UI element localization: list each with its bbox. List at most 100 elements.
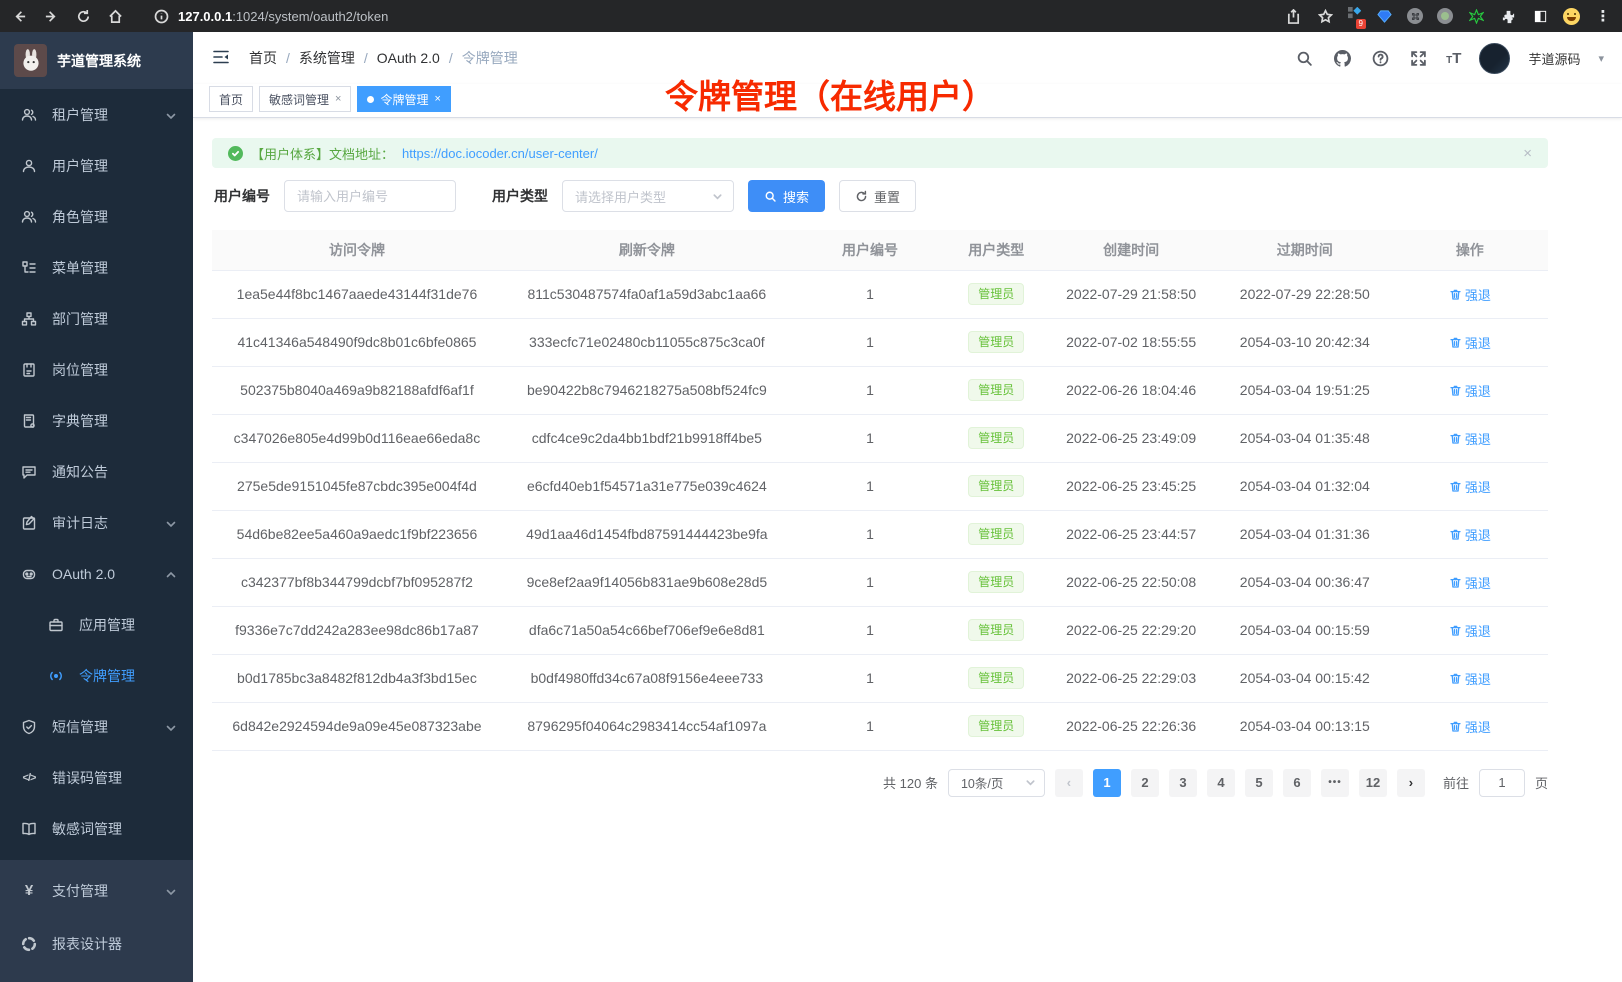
access-token-cell: 41c41346a548490f9dc8b01c6bfe0865 xyxy=(212,318,502,366)
extension-blocks-icon[interactable]: 9 xyxy=(1348,7,1361,25)
user-id-cell: 1 xyxy=(792,702,948,750)
sidebar-item-oauth2[interactable]: OAuth 2.0 xyxy=(0,548,193,599)
force-logout-button[interactable]: 强退 xyxy=(1449,669,1491,688)
sidebar-item-sms[interactable]: 短信管理 xyxy=(0,701,193,752)
table-row: 54d6be82ee5a460a9aedc1f9bf223656 49d1aa4… xyxy=(212,510,1548,558)
puzzle-extensions-icon[interactable] xyxy=(1499,7,1517,25)
green-dot-extension-icon[interactable] xyxy=(1437,8,1453,24)
username[interactable]: 芋道源码 xyxy=(1528,49,1580,68)
search-button[interactable]: 搜索 xyxy=(748,180,825,212)
force-logout-button[interactable]: 强退 xyxy=(1449,717,1491,736)
page-button-2[interactable]: 2 xyxy=(1131,769,1159,797)
roles-icon xyxy=(20,208,38,226)
alert-close-icon[interactable]: × xyxy=(1523,145,1532,162)
page-button-1[interactable]: 1 xyxy=(1093,769,1121,797)
page-button-6[interactable]: 6 xyxy=(1283,769,1311,797)
tab-label: 令牌管理 xyxy=(380,91,428,108)
more-pages-button[interactable]: ••• xyxy=(1321,769,1349,797)
page-button-4[interactable]: 4 xyxy=(1207,769,1235,797)
sidebar-logo[interactable]: 芋道管理系统 xyxy=(0,32,193,89)
user-id-input[interactable] xyxy=(284,180,456,212)
force-logout-button[interactable]: 强退 xyxy=(1449,525,1491,544)
green-star-extension-icon[interactable] xyxy=(1467,7,1485,25)
sidebar-item-notice[interactable]: 通知公告 xyxy=(0,446,193,497)
sidebar-item-error-code[interactable]: </> 错误码管理 xyxy=(0,752,193,803)
code-icon: </> xyxy=(20,769,38,787)
home-icon[interactable] xyxy=(106,7,124,25)
sidebar-item-dict[interactable]: 字典管理 xyxy=(0,395,193,446)
force-logout-button[interactable]: 强退 xyxy=(1449,573,1491,592)
tab-close-icon[interactable]: × xyxy=(335,93,341,105)
success-check-icon xyxy=(228,146,243,161)
expires-cell: 2054-03-10 20:42:34 xyxy=(1218,318,1392,366)
avatar[interactable] xyxy=(1479,43,1510,74)
page-info-icon[interactable] xyxy=(152,7,170,25)
search-icon[interactable] xyxy=(1294,48,1314,68)
sidebar-item-token-mgmt[interactable]: 令牌管理 xyxy=(0,650,193,701)
sidebar-item-post[interactable]: 岗位管理 xyxy=(0,344,193,395)
browser-menu-icon[interactable]: ⋮ xyxy=(1594,7,1612,25)
sidebar-item-payment[interactable]: ¥ 支付管理 xyxy=(0,864,193,917)
user-id-cell: 1 xyxy=(792,462,948,510)
goto-page-input[interactable] xyxy=(1479,769,1525,797)
sidebar-item-sensitive-words[interactable]: 敏感词管理 xyxy=(0,803,193,854)
sidebar-item-label: 角色管理 xyxy=(52,207,108,227)
breadcrumb-home[interactable]: 首页 xyxy=(249,48,277,68)
sidebar-item-dept[interactable]: 部门管理 xyxy=(0,293,193,344)
doc-link[interactable]: https://doc.iocoder.cn/user-center/ xyxy=(402,146,598,161)
page-button-5[interactable]: 5 xyxy=(1245,769,1273,797)
force-logout-button[interactable]: 强退 xyxy=(1449,333,1491,352)
breadcrumb-oauth2[interactable]: OAuth 2.0 xyxy=(377,50,440,66)
reset-button[interactable]: 重置 xyxy=(839,180,916,212)
bookmark-star-icon[interactable] xyxy=(1316,7,1334,25)
forward-icon[interactable] xyxy=(42,7,60,25)
sidebar-item-tenant[interactable]: 租户管理 xyxy=(0,89,193,140)
force-logout-button[interactable]: 强退 xyxy=(1449,381,1491,400)
sidebar-item-label: OAuth 2.0 xyxy=(52,566,115,582)
force-logout-button[interactable]: 强退 xyxy=(1449,285,1491,304)
help-icon[interactable] xyxy=(1370,48,1390,68)
back-icon[interactable] xyxy=(10,7,28,25)
prev-page-button[interactable]: ‹ xyxy=(1055,769,1083,797)
address-bar[interactable]: 127.0.0.1:1024/system/oauth2/token xyxy=(138,7,1270,25)
shield-check-icon xyxy=(20,718,38,736)
tab-home[interactable]: 首页 xyxy=(209,86,253,112)
search-form: 用户编号 用户类型 请选择用户类型 搜索 重置 xyxy=(212,180,1548,212)
sidebar-item-menu-mgmt[interactable]: 菜单管理 xyxy=(0,242,193,293)
font-size-icon[interactable]: TT xyxy=(1446,50,1461,67)
refresh-token-cell: b0df4980ffd34c67a08f9156e4eee733 xyxy=(502,654,792,702)
gem-extension-icon[interactable] xyxy=(1375,7,1393,25)
sidebar-item-app-mgmt[interactable]: 应用管理 xyxy=(0,599,193,650)
force-logout-button[interactable]: 强退 xyxy=(1449,477,1491,496)
force-logout-button[interactable]: 强退 xyxy=(1449,429,1491,448)
tab-close-icon[interactable]: × xyxy=(434,93,440,105)
page-button-3[interactable]: 3 xyxy=(1169,769,1197,797)
tab-sensitive-words[interactable]: 敏感词管理 × xyxy=(259,86,351,112)
created-cell: 2022-06-25 22:29:03 xyxy=(1044,654,1218,702)
user-type-badge: 管理员 xyxy=(968,715,1024,737)
sidebar-fold-icon[interactable] xyxy=(211,47,233,69)
breadcrumb-system[interactable]: 系统管理 xyxy=(299,48,355,68)
user-id-cell: 1 xyxy=(792,654,948,702)
sidebar-item-user[interactable]: 用户管理 xyxy=(0,140,193,191)
chevron-up-icon xyxy=(165,568,177,580)
share-icon[interactable] xyxy=(1284,7,1302,25)
tab-token-mgmt[interactable]: 令牌管理 × xyxy=(357,86,450,112)
sidebar-item-role[interactable]: 角色管理 xyxy=(0,191,193,242)
github-icon[interactable] xyxy=(1332,48,1352,68)
fullscreen-icon[interactable] xyxy=(1408,48,1428,68)
page-button-12[interactable]: 12 xyxy=(1359,769,1387,797)
command-extension-icon[interactable] xyxy=(1407,8,1423,24)
page-size-select[interactable]: 10条/页 xyxy=(948,769,1045,797)
org-chart-icon xyxy=(20,310,38,328)
split-screen-icon[interactable] xyxy=(1531,7,1549,25)
sidebar-item-audit-log[interactable]: 审计日志 xyxy=(0,497,193,548)
emoji-extension-icon[interactable] xyxy=(1563,8,1580,25)
user-caret-icon[interactable]: ▾ xyxy=(1598,52,1604,65)
col-user-type: 用户类型 xyxy=(948,230,1044,270)
sidebar-item-report-designer[interactable]: 报表设计器 xyxy=(0,917,193,970)
user-type-select[interactable]: 请选择用户类型 xyxy=(562,180,734,212)
reload-icon[interactable] xyxy=(74,7,92,25)
next-page-button[interactable]: › xyxy=(1397,769,1425,797)
force-logout-button[interactable]: 强退 xyxy=(1449,621,1491,640)
